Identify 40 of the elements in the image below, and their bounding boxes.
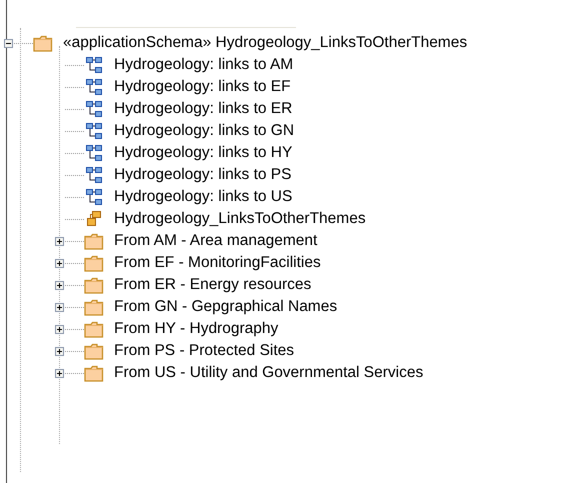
tree-item[interactable]: Hydrogeology: links to PS [114,166,292,184]
tree-item[interactable]: From HY - Hydrography [114,320,278,338]
diagram-icon [86,57,102,73]
tree-item[interactable]: Hydrogeology: links to EF [114,78,291,96]
expand-icon[interactable] [55,346,64,356]
tree-item[interactable]: From PS - Protected Sites [114,342,294,360]
folder-icon [84,254,104,272]
diagram-icon [86,167,102,183]
folder-icon [33,34,53,52]
class-icon [86,211,102,227]
folder-icon [84,298,104,316]
diagram-icon [86,79,102,95]
tree-item[interactable]: From AM - Area management [114,232,318,250]
expand-icon[interactable] [55,280,64,290]
expand-icon[interactable] [55,368,64,378]
diagram-icon [86,189,102,205]
tree-item[interactable]: «applicationSchema» Hydrogeology_LinksToOtherThemes [63,34,468,52]
tree-item[interactable]: Hydrogeology: links to ER [114,100,292,118]
tree-item[interactable]: Hydrogeology: links to HY [114,144,292,162]
expand-icon[interactable] [55,258,64,268]
folder-icon [84,320,104,338]
tree-item[interactable]: From ER - Energy resources [114,276,312,294]
tree-item[interactable]: Hydrogeology: links to GN [114,122,294,140]
expand-icon[interactable] [55,236,64,246]
expand-icon[interactable] [55,324,64,334]
diagram-icon [86,123,102,139]
folder-icon [84,232,104,250]
tree-item[interactable]: From US - Utility and Governmental Services [114,364,424,382]
folder-icon [84,364,104,382]
folder-icon [84,342,104,360]
tree-item[interactable]: From GN - Gepgraphical Names [114,298,338,316]
tree-item[interactable]: Hydrogeology_LinksToOtherThemes [114,210,366,228]
diagram-icon [86,145,102,161]
tree-item[interactable]: Hydrogeology: links to AM [114,56,294,74]
expand-icon[interactable] [55,302,64,312]
collapse-icon[interactable] [4,38,13,48]
tree-item[interactable]: From EF - MonitoringFacilities [114,254,321,272]
folder-icon [84,276,104,294]
tree-item[interactable]: Hydrogeology: links to US [114,188,292,206]
diagram-icon [86,101,102,117]
